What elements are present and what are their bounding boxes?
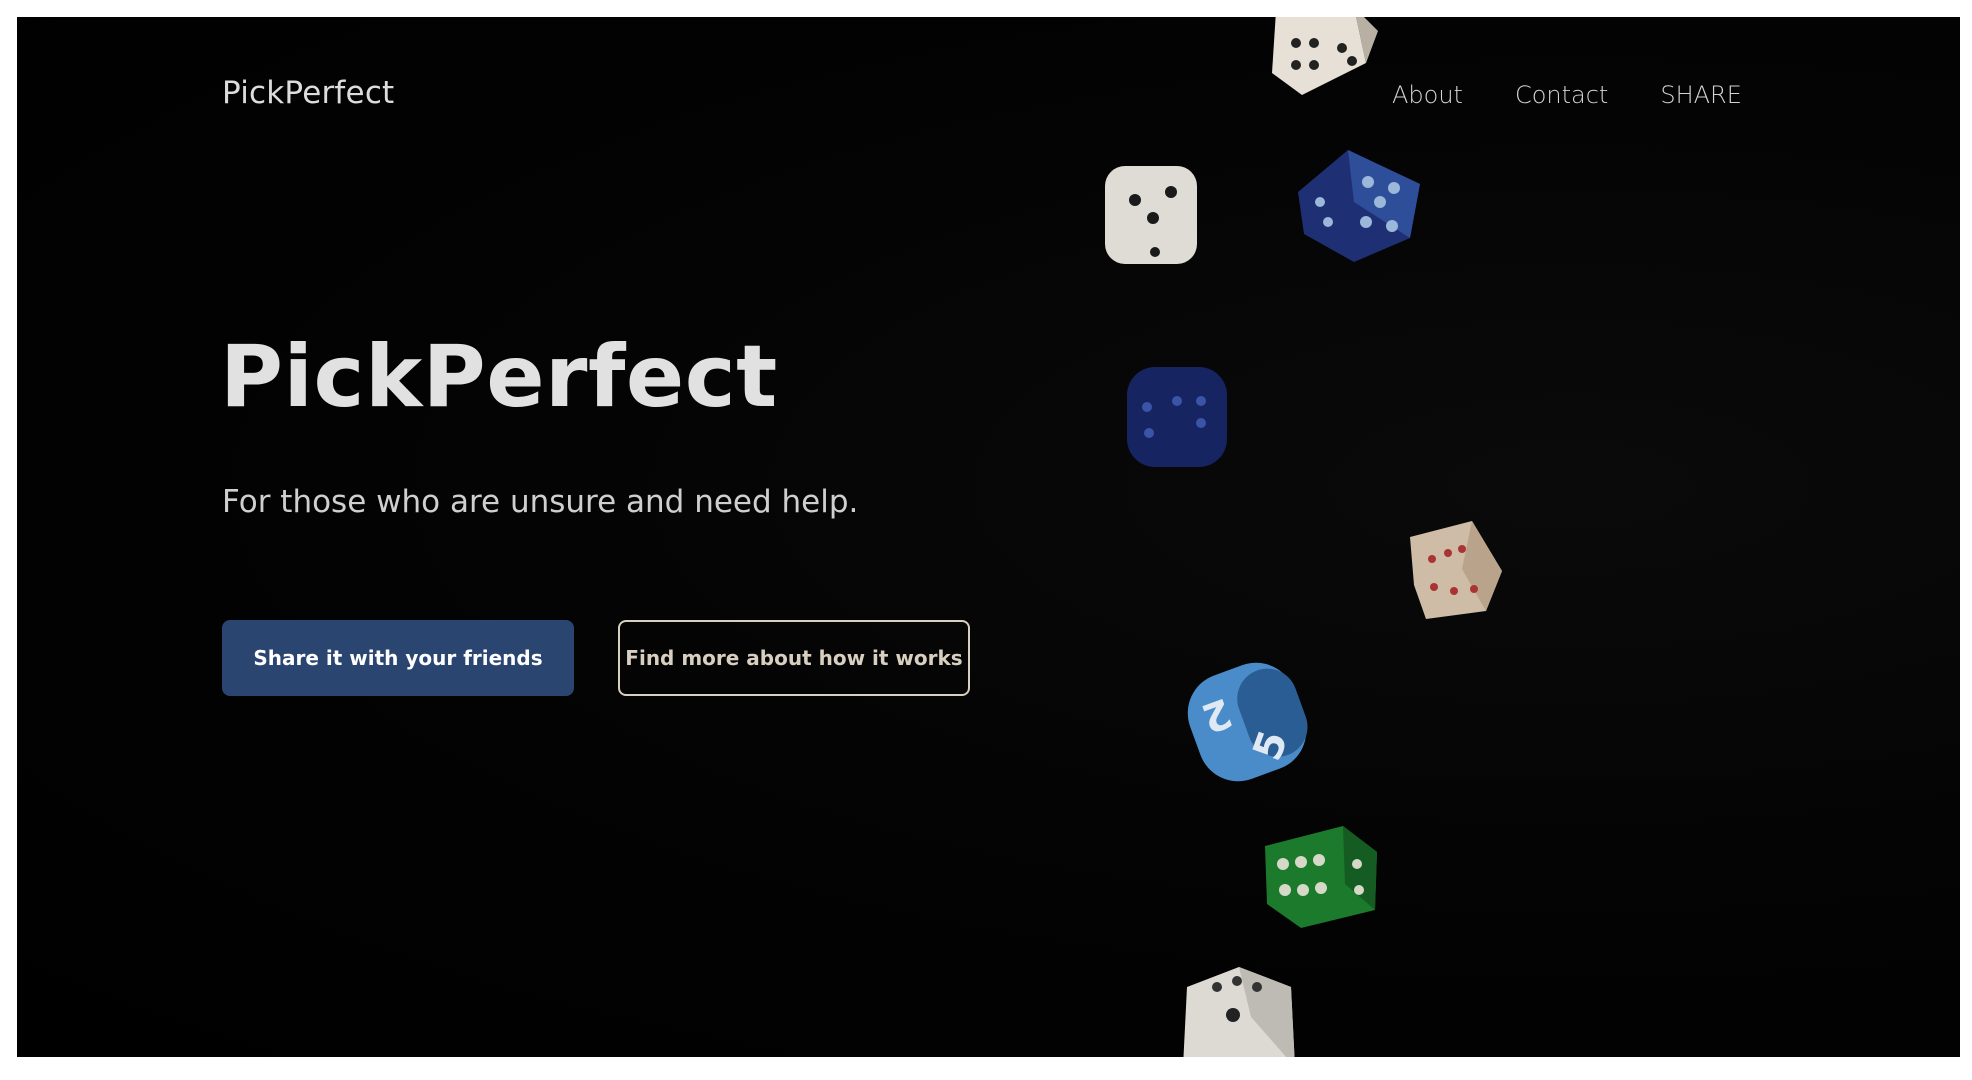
hero-title: PickPerfect — [220, 327, 778, 427]
dice-image-numbered: 2 5 — [1187, 662, 1308, 782]
dice-image-top — [1272, 17, 1378, 95]
brand-logo[interactable]: PickPerfect — [222, 75, 394, 111]
dice-image-green — [1265, 826, 1377, 928]
dice-image-blue-top — [1298, 150, 1420, 262]
share-friends-button[interactable]: Share it with your friends — [222, 620, 574, 696]
nav-link-contact[interactable]: Contact — [1515, 81, 1608, 109]
hero-subtitle: For those who are unsure and need help. — [222, 484, 859, 520]
top-nav: About Contact SHARE — [1392, 81, 1742, 109]
nav-link-about[interactable]: About — [1392, 81, 1463, 109]
dice-image-blue-mid — [1127, 367, 1227, 467]
nav-link-share[interactable]: SHARE — [1660, 81, 1742, 109]
dice-image-tan — [1410, 521, 1502, 619]
dice-image-bottom — [1183, 967, 1295, 1057]
hero-section: PickPerfect About Contact SHARE PickPerf… — [17, 17, 1960, 1057]
learn-more-button[interactable]: Find more about how it works — [618, 620, 970, 696]
dice-image-white — [1105, 166, 1197, 264]
